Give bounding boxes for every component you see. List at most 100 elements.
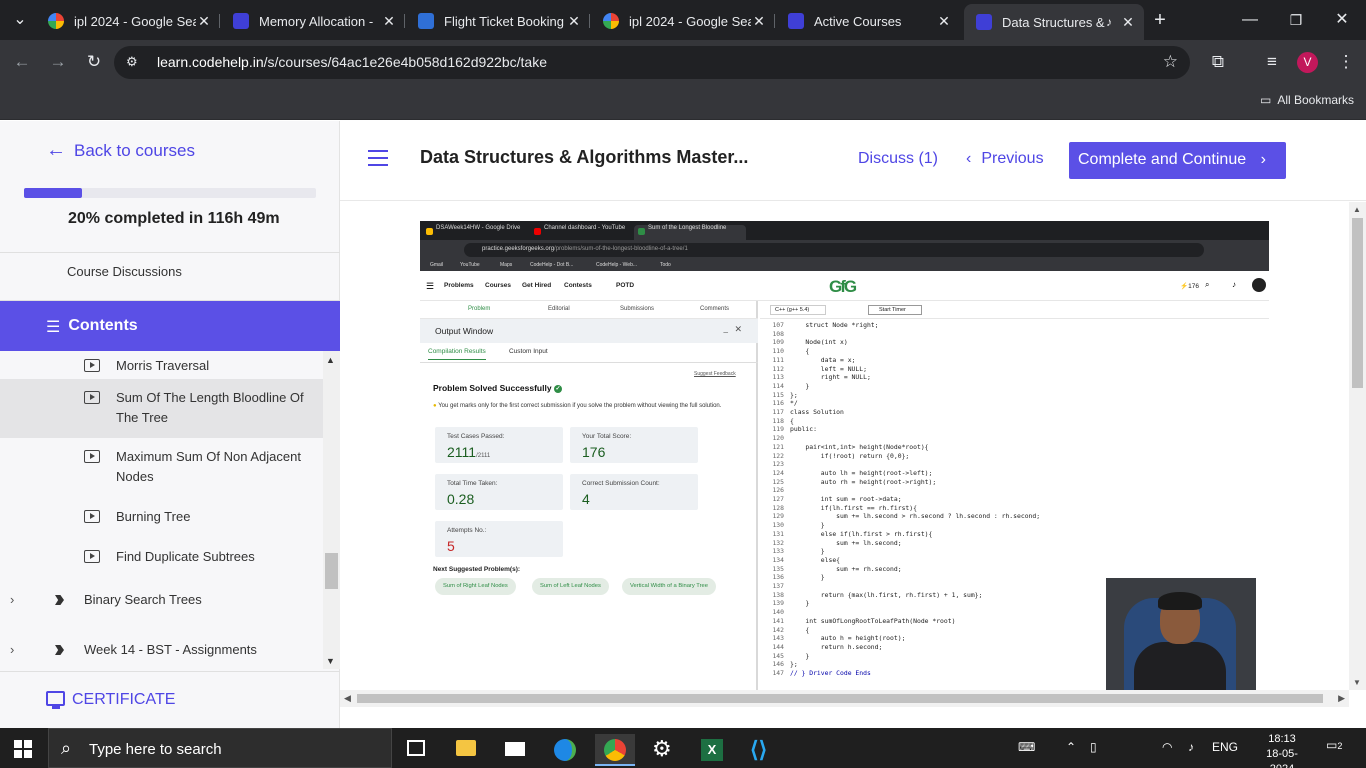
tab-search-icon[interactable]: ⌄ <box>8 8 32 32</box>
page-horizontal-scrollbar[interactable]: ◀ ▶ <box>340 690 1349 707</box>
horizontal-scroll-thumb[interactable] <box>357 694 1323 703</box>
sidebar-scrollbar[interactable]: ▲ ▼ <box>323 351 340 669</box>
video-lesson-icon <box>84 359 100 372</box>
wifi-icon[interactable]: ◠ <box>1162 740 1172 754</box>
network-icon[interactable]: ▯ <box>1090 740 1097 754</box>
code-line: 118 { <box>760 417 793 426</box>
contents-header[interactable]: ☰ Contents <box>0 301 340 351</box>
vscode-icon[interactable]: ⟨⟩ <box>741 734 781 766</box>
browser-tab[interactable]: Active Courses ✕ <box>776 6 960 36</box>
browser-tab[interactable]: ipl 2024 - Google Sea ✕ <box>591 6 775 36</box>
video-bookmarks-bar: Gmail YouTube Maps CodeHelp - Dot B... CodeH… <box>420 260 1269 271</box>
code-line: 133 } <box>760 547 824 556</box>
maximize-button[interactable]: ❐ <box>1284 8 1308 32</box>
back-to-courses-link[interactable]: ← Back to courses <box>46 139 195 162</box>
lesson-item[interactable]: Maximum Sum Of Non Adjacent Nodes <box>0 438 323 497</box>
section-title: Week 14 - BST - Assignments <box>84 642 257 657</box>
stat-card: Attempts No.: 5 <box>435 521 563 557</box>
chevron-right-icon[interactable]: › <box>10 592 14 607</box>
volume-icon[interactable]: ♪ <box>1188 740 1194 754</box>
video-player[interactable]: DSAWeek14HW - Google Drive Channel dashb… <box>420 221 1269 690</box>
browser-tab[interactable]: Memory Allocation - ✕ <box>221 6 405 36</box>
forward-arrow-icon[interactable]: → <box>46 50 70 74</box>
settings-gear-icon[interactable]: ⚙ <box>643 734 683 766</box>
windows-start-icon[interactable] <box>14 740 32 758</box>
taskbar-search-placeholder: Type here to search <box>89 741 222 758</box>
mail-icon[interactable] <box>495 734 535 766</box>
complete-label: Complete and Continue <box>1078 151 1247 168</box>
course-discussions-link[interactable]: Course Discussions <box>0 252 340 301</box>
complete-and-continue-button[interactable]: Complete and Continue › <box>1069 142 1286 179</box>
code-text: */ <box>790 399 798 408</box>
video-tab: Channel dashboard - YouTube <box>530 225 634 240</box>
close-tab-icon[interactable]: ✕ <box>381 13 397 30</box>
close-tab-icon[interactable]: ✕ <box>1120 14 1136 31</box>
scroll-up-icon[interactable]: ▲ <box>1353 205 1361 214</box>
address-bar[interactable]: ⚙ learn.codehelp.in/s/courses/64ac1e26e4… <box>114 46 1190 79</box>
back-label: Back to courses <box>74 140 195 160</box>
line-number: 135 <box>772 564 784 573</box>
certificate-link[interactable]: CERTIFICATE <box>0 671 340 728</box>
close-window-button[interactable]: ✕ <box>1330 8 1354 32</box>
profile-avatar[interactable]: V <box>1297 52 1318 73</box>
excel-icon[interactable]: X <box>692 734 732 766</box>
bookmark-star-icon[interactable]: ☆ <box>1163 52 1178 72</box>
code-line: 128 if(lh.first == rh.first){ <box>760 504 917 513</box>
scroll-up-icon[interactable]: ▲ <box>326 355 335 365</box>
task-view-icon[interactable] <box>396 734 436 766</box>
page-scroll-thumb[interactable] <box>1352 218 1363 388</box>
scroll-down-icon[interactable]: ▼ <box>1353 678 1361 687</box>
close-tab-icon[interactable]: ✕ <box>751 13 767 30</box>
code-line: 131 else if(lh.first > rh.first){ <box>760 530 932 539</box>
section-item[interactable]: › Binary Search Trees <box>0 580 323 620</box>
speaker-icon[interactable]: ♪ <box>1106 15 1112 29</box>
discuss-link[interactable]: Discuss (1) <box>858 150 938 168</box>
clock[interactable]: 18:13 18-05-2024 <box>1256 732 1308 768</box>
close-tab-icon[interactable]: ✕ <box>566 13 582 30</box>
media-control-icon[interactable]: ≡ <box>1260 50 1284 74</box>
close-tab-icon[interactable]: ✕ <box>196 13 212 30</box>
all-bookmarks[interactable]: ▭ All Bookmarks <box>1260 93 1354 107</box>
close-tab-icon[interactable]: ✕ <box>936 13 952 30</box>
browser-tab[interactable]: Flight Ticket Booking ✕ <box>406 6 590 36</box>
lesson-item[interactable]: Morris Traversal <box>0 351 323 381</box>
back-arrow-icon[interactable]: ← <box>10 50 34 74</box>
sidebar-scroll-thumb[interactable] <box>325 553 338 589</box>
lesson-item[interactable]: Burning Tree <box>0 497 323 537</box>
line-number: 115 <box>772 390 784 399</box>
file-explorer-icon[interactable] <box>446 734 486 766</box>
notifications-icon[interactable]: ▭2 <box>1326 738 1342 752</box>
reload-icon[interactable]: ↻ <box>82 50 106 74</box>
scroll-left-icon[interactable]: ◀ <box>344 693 351 704</box>
site-info-icon[interactable]: ⚙ <box>126 54 144 71</box>
problem-tabs: Problem Editorial Submissions Comments <box>420 301 758 319</box>
taskbar-search[interactable]: ⌕ Type here to search <box>48 728 392 768</box>
lesson-header: Data Structures & Algorithms Master... D… <box>340 121 1366 201</box>
scroll-right-icon[interactable]: ▶ <box>1338 693 1345 704</box>
chevron-right-icon[interactable]: › <box>10 642 14 657</box>
chrome-icon[interactable] <box>595 734 635 766</box>
browser-tab[interactable]: Data Structures & ♪ ✕ <box>964 4 1144 40</box>
keyboard-icon[interactable]: ⌨ <box>1018 740 1035 754</box>
search-icon: ⌕ <box>1205 280 1210 289</box>
hamburger-menu-icon[interactable] <box>368 150 388 171</box>
language-indicator[interactable]: ENG <box>1212 740 1238 754</box>
edge-icon[interactable] <box>545 734 585 766</box>
code-text: auto h = height(root); <box>790 634 906 643</box>
lesson-item[interactable]: Sum Of The Length Bloodline Of The Tree <box>0 379 323 438</box>
minimize-button[interactable]: — <box>1238 8 1262 32</box>
scroll-down-icon[interactable]: ▼ <box>326 656 335 666</box>
previous-button[interactable]: ‹ Previous <box>966 150 1044 168</box>
new-tab-button[interactable]: + <box>1148 8 1172 32</box>
code-text: class Solution <box>790 408 844 416</box>
section-item[interactable]: › Week 14 - BST - Assignments <box>0 630 323 669</box>
chevron-up-icon[interactable]: ⌃ <box>1066 740 1076 754</box>
page-vertical-scrollbar[interactable]: ▲ ▼ <box>1349 202 1366 690</box>
certificate-label: CERTIFICATE <box>72 691 176 708</box>
stat-number: 176 <box>582 444 606 460</box>
extensions-icon[interactable]: ⧉ <box>1206 50 1230 74</box>
browser-tab[interactable]: ipl 2024 - Google Sea ✕ <box>36 6 220 36</box>
folder-icon: ▭ <box>1259 93 1272 107</box>
browser-menu-icon[interactable]: ⋮ <box>1334 50 1358 74</box>
lesson-item[interactable]: Find Duplicate Subtrees <box>0 537 323 577</box>
